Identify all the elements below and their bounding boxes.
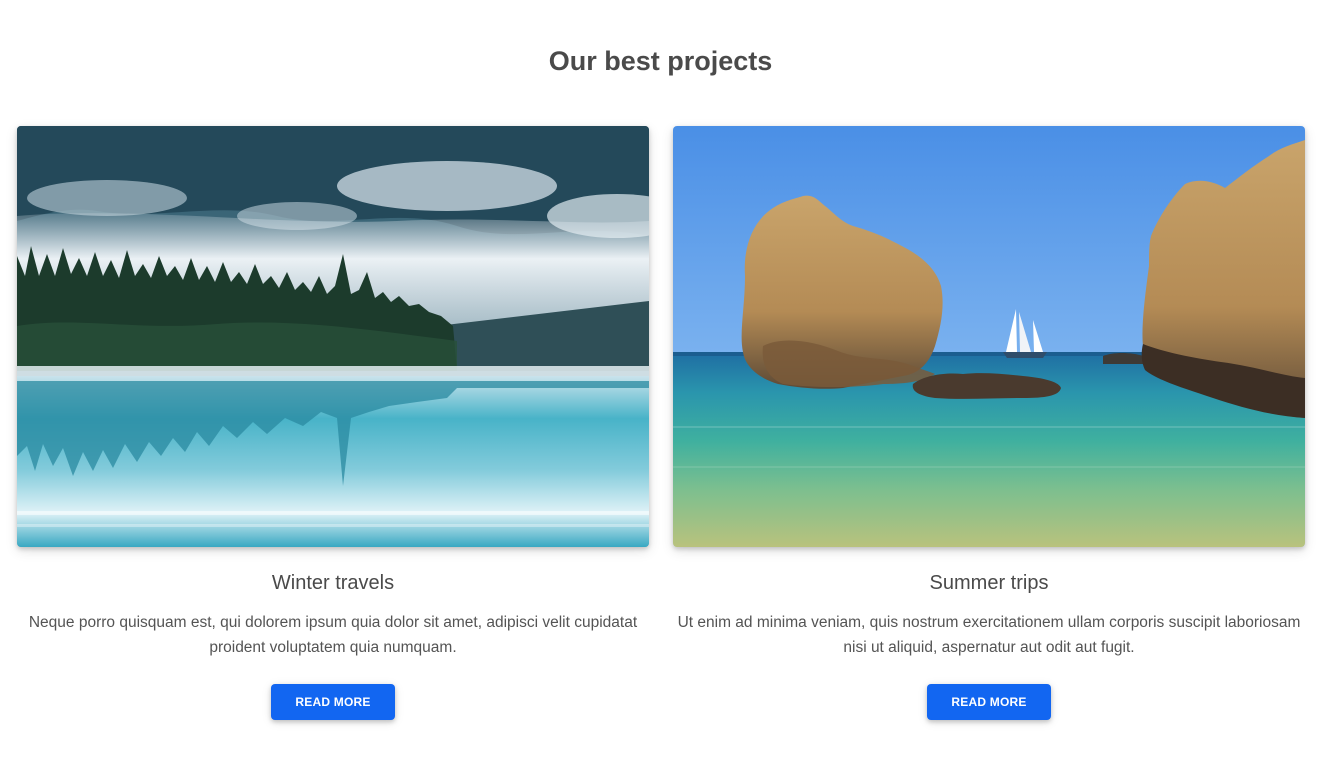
- card-description: Neque porro quisquam est, qui dolorem ip…: [28, 614, 638, 656]
- card-title: Winter travels: [271, 572, 395, 594]
- summer-beach-rocks-image[interactable]: [673, 126, 1305, 547]
- read-more-button[interactable]: Read more: [271, 684, 395, 720]
- winter-lake-forest-image[interactable]: [17, 126, 649, 547]
- read-more-button[interactable]: Read more: [927, 684, 1051, 720]
- project-card-winter: Winter travels Neque porro quisquam est,…: [17, 126, 649, 720]
- card-title: Summer trips: [929, 572, 1049, 594]
- card-description: Ut enim ad minima veniam, quis nostrum e…: [677, 614, 1301, 656]
- project-card-summer: Summer trips Ut enim ad minima veniam, q…: [673, 126, 1305, 720]
- section-title: Our best projects: [548, 46, 773, 76]
